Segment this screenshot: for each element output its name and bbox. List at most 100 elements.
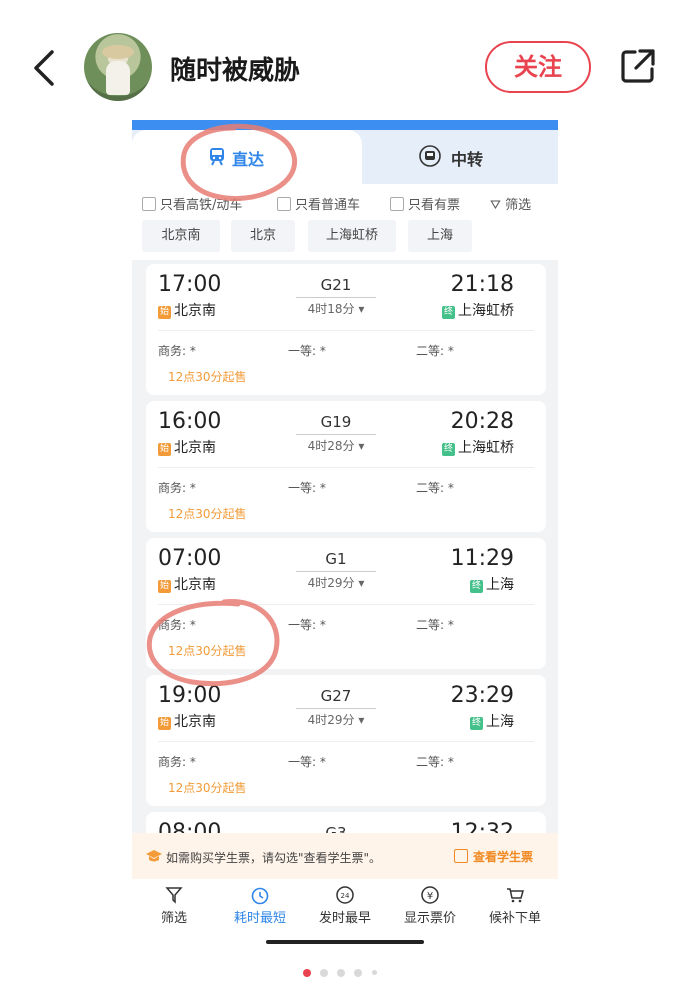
arrival-station: 终上海 (470, 574, 514, 594)
train-card[interactable]: 19:00 G27 4时29分 ▾ 23:29 始北京南 终上海 商务: * 一… (146, 675, 546, 806)
departure-station-name: 北京南 (174, 440, 216, 456)
seat-first: 一等: * (288, 618, 326, 632)
duration-text: 4时18分 (307, 302, 355, 316)
departure-time: 19:00 (158, 683, 222, 708)
divider (158, 604, 534, 605)
arrival-time: 20:28 (450, 409, 514, 434)
seat-first: 一等: * (288, 344, 326, 358)
departure-time: 07:00 (158, 546, 222, 571)
tab-transfer[interactable]: 中转 (364, 130, 558, 184)
departure-station-name: 北京南 (174, 577, 216, 593)
train-number: G27 (320, 687, 352, 705)
pager-dot[interactable] (337, 969, 345, 977)
departure-station: 始北京南 (158, 300, 216, 320)
filter-high-speed-label: 只看高铁/动车 (160, 198, 243, 213)
arrival-station: 终上海 (470, 711, 514, 731)
train-number: G19 (320, 413, 352, 431)
station-chip[interactable]: 上海 (408, 220, 472, 252)
bottom-show-price[interactable]: ¥ 显示票价 (390, 885, 470, 926)
train-card[interactable]: 16:00 G19 4时28分 ▾ 20:28 始北京南 终上海虹桥 商务: *… (146, 401, 546, 532)
departure-station: 始北京南 (158, 711, 216, 731)
bottom-filter-label: 筛选 (160, 911, 187, 926)
start-tag: 始 (158, 443, 171, 456)
start-tag: 始 (158, 306, 171, 319)
pager-dot-active[interactable] (303, 969, 311, 977)
bottom-waitlist[interactable]: 候补下单 (475, 885, 555, 926)
station-chip[interactable]: 北京 (231, 220, 295, 252)
seat-business: 商务: * (158, 344, 196, 358)
filter-has-ticket[interactable]: 只看有票 (390, 194, 461, 213)
bottom-filter[interactable]: 筛选 (134, 885, 214, 926)
yen-icon: ¥ (421, 886, 439, 904)
arrival-station-name: 上海 (486, 714, 514, 730)
duration-text: 4时29分 (307, 713, 355, 727)
duration: 4时18分 ▾ (296, 297, 376, 317)
train-card[interactable]: 07:00 G1 4时29分 ▾ 11:29 始北京南 终上海 商务: * 一等… (146, 538, 546, 669)
duration: 4时29分 ▾ (296, 571, 376, 591)
tab-direct[interactable]: 直达 (132, 130, 362, 184)
funnel-icon: ⛛ (490, 198, 501, 213)
seat-second: 二等: * (416, 481, 454, 495)
chevron-down-icon: ▾ (358, 302, 365, 316)
chevron-down-icon: ▾ (358, 439, 365, 453)
train-number: G1 (325, 550, 347, 568)
duration-text: 4时28分 (307, 439, 355, 453)
filter-bar: 只看高铁/动车 只看普通车 只看有票 ⛛ 筛选 (132, 184, 558, 220)
transfer-train-icon (419, 145, 441, 167)
seat-second: 二等: * (416, 618, 454, 632)
station-chip[interactable]: 北京南 (142, 220, 220, 252)
departure-time: 17:00 (158, 272, 222, 297)
filter-has-ticket-label: 只看有票 (408, 198, 461, 213)
student-ticket-notice: 如需购买学生票，请勾选"查看学生票"。 查看学生票 (132, 833, 558, 879)
post-header: 随时被威胁 关注 (0, 0, 690, 130)
student-ticket-checkbox[interactable]: 查看学生票 (454, 848, 533, 865)
pager-dot[interactable] (320, 969, 328, 977)
departure-station: 始北京南 (158, 437, 216, 457)
seat-business: 商务: * (158, 618, 196, 632)
duration: 4时28分 ▾ (296, 434, 376, 454)
bottom-shortest-label: 耗时最短 (233, 911, 286, 926)
bottom-shortest[interactable]: 耗时最短 (220, 885, 300, 926)
bottom-earliest[interactable]: 24 发时最早 (305, 885, 385, 926)
departure-station-name: 北京南 (174, 303, 216, 319)
filter-button[interactable]: ⛛ 筛选 (490, 194, 531, 213)
seat-second: 二等: * (416, 755, 454, 769)
divider (158, 741, 534, 742)
arrival-station-name: 上海虹桥 (458, 440, 514, 456)
pager-dot[interactable] (372, 970, 377, 975)
start-tag: 始 (158, 717, 171, 730)
notice-text: 如需购买学生票，请勾选"查看学生票"。 (166, 851, 382, 865)
arrival-time: 23:29 (450, 683, 514, 708)
bottom-show-price-label: 显示票价 (403, 911, 456, 926)
end-tag: 终 (442, 306, 455, 319)
end-tag: 终 (442, 443, 455, 456)
station-chip[interactable]: 上海虹桥 (308, 220, 396, 252)
back-arrow-icon[interactable] (28, 46, 62, 90)
divider (158, 467, 534, 468)
sale-time: 12点30分起售 (168, 781, 247, 795)
train-card[interactable]: 17:00 G21 4时18分 ▾ 21:18 始北京南 终上海虹桥 商务: *… (146, 264, 546, 395)
svg-text:24: 24 (341, 892, 350, 900)
follow-button[interactable]: 关注 (485, 41, 591, 93)
seat-second: 二等: * (416, 344, 454, 358)
tab-transfer-label: 中转 (451, 150, 484, 169)
pager-dot[interactable] (354, 969, 362, 977)
embedded-screenshot: 直达 中转 只看高铁/动车 只看普通车 只看有票 ⛛ 筛选 北京南 北京 上海虹… (132, 120, 558, 942)
chevron-down-icon: ▾ (358, 713, 365, 727)
arrival-time: 11:29 (450, 546, 514, 571)
cart-icon (507, 888, 524, 903)
tab-direct-label: 直达 (232, 150, 265, 169)
arrival-station: 终上海虹桥 (442, 437, 514, 457)
filter-normal[interactable]: 只看普通车 (277, 194, 360, 213)
station-bar: 北京南 北京 上海虹桥 上海 (132, 220, 558, 260)
share-icon[interactable] (618, 46, 658, 86)
duration: 4时29分 ▾ (296, 708, 376, 728)
username[interactable]: 随时被威胁 (170, 50, 300, 87)
divider (158, 330, 534, 331)
filter-high-speed[interactable]: 只看高铁/动车 (142, 194, 243, 213)
checkbox-icon (390, 197, 404, 211)
arrival-station: 终上海虹桥 (442, 300, 514, 320)
end-tag: 终 (470, 580, 483, 593)
avatar[interactable] (84, 33, 152, 101)
clock-24-icon: 24 (336, 886, 354, 904)
